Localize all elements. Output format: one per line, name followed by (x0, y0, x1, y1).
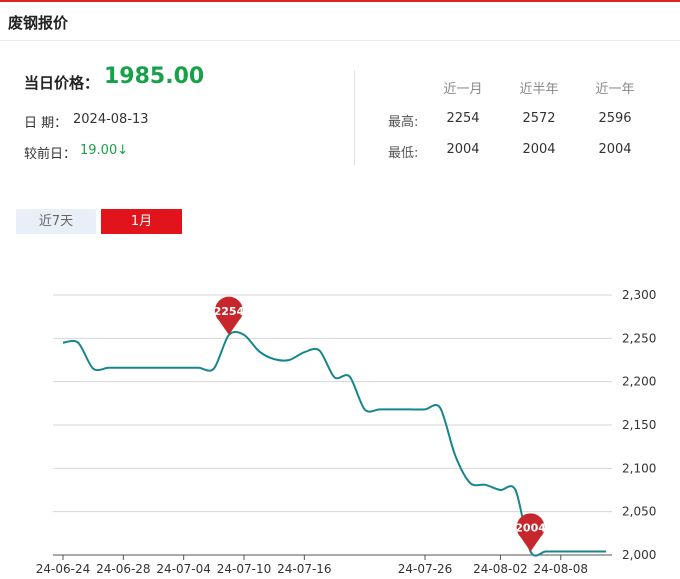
stats-low-year: 2004 (598, 142, 632, 157)
stats-divider (354, 70, 355, 165)
stats-header-year: 近一年 (595, 82, 635, 97)
annotation-label-min: 2004 (515, 522, 546, 535)
stats-header-month: 近一月 (443, 82, 483, 97)
date-value: 2024-08-13 (73, 112, 149, 127)
stats-high-halfyear: 2572 (522, 111, 556, 126)
tab-7-days[interactable]: 近7天 (16, 209, 96, 234)
price-chart: 2,000 2,050 2,100 2,150 2,200 2,250 2,300 24-06… (36, 288, 657, 576)
y-tick-label-2200: 2,200 (622, 375, 656, 389)
stats-high-month: 2254 (446, 111, 480, 126)
price-value: 1985.00 (104, 64, 205, 89)
top-accent-line (0, 0, 680, 2)
x-tick-label-24-07-04: 24-07-04 (156, 562, 210, 576)
tab-1-month[interactable]: 1月 (101, 209, 182, 234)
y-tick-label-2150: 2,150 (622, 418, 656, 432)
x-tick-label-24-08-08: 24-08-08 (534, 562, 588, 576)
stats-row-low-label: 最低: (388, 146, 419, 161)
stats-row-high-label: 最高: (388, 115, 419, 130)
stats-high-year: 2596 (598, 111, 632, 126)
price-label: 当日价格： (24, 74, 100, 92)
x-tick-label-24-06-28: 24-06-28 (96, 562, 150, 576)
x-tick-label-24-08-02: 24-08-02 (473, 562, 527, 576)
x-tick-label-24-07-16: 24-07-16 (277, 562, 331, 576)
y-tick-label-2000: 2,000 (622, 548, 656, 562)
x-tick-label-24-07-10: 24-07-10 (217, 562, 271, 576)
annotation-label-max: 2254 (214, 305, 245, 318)
change-value: 19.00↓ (80, 143, 129, 158)
x-tick-label-24-07-26: 24-07-26 (398, 562, 452, 576)
y-tick-label-2250: 2,250 (622, 331, 656, 345)
y-tick-label-2300: 2,300 (622, 288, 656, 302)
stats-low-month: 2004 (446, 142, 480, 157)
y-tick-label-2050: 2,050 (622, 505, 656, 519)
stats-low-halfyear: 2004 (522, 142, 556, 157)
y-tick-label-2100: 2,100 (622, 461, 656, 475)
page-title: 废钢报价 (8, 14, 69, 32)
date-label: 日 期： (24, 116, 68, 131)
change-label: 较前日： (24, 147, 77, 162)
x-tick-label-24-06-24: 24-06-24 (36, 562, 90, 576)
header-divider (0, 40, 680, 41)
stats-header-halfyear: 近半年 (519, 82, 559, 97)
